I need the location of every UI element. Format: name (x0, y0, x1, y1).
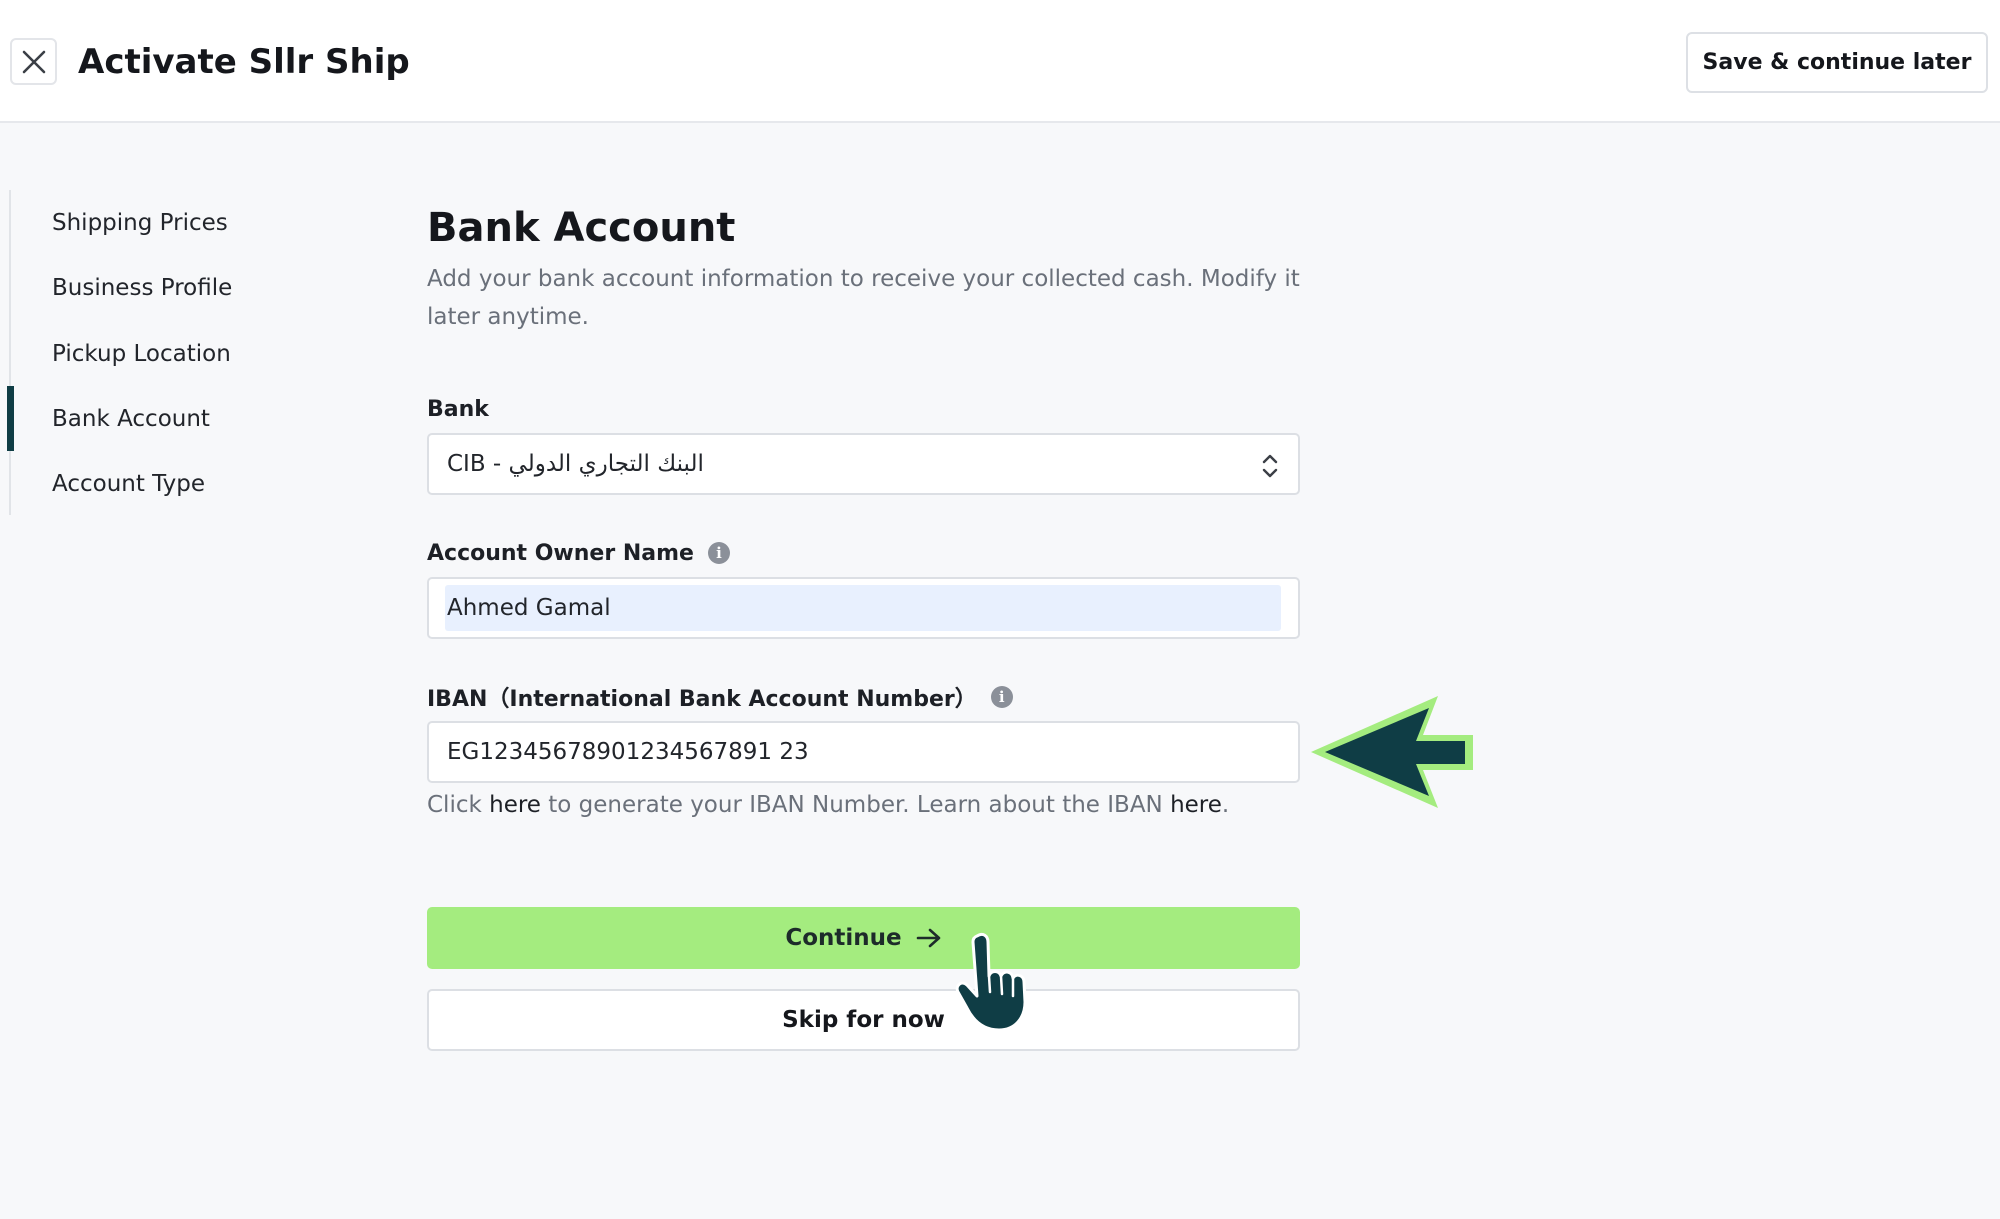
info-icon[interactable]: i (990, 686, 1013, 708)
sidebar-item-business-profile[interactable]: Business Profile (11, 255, 311, 320)
save-continue-later-button[interactable]: Save & continue later (1686, 32, 1988, 93)
owner-name-input[interactable]: Ahmed Gamal (427, 577, 1300, 639)
skip-button[interactable]: Skip for now (427, 989, 1300, 1051)
hand-pointer-icon (955, 932, 1027, 1032)
step-nav: Shipping Prices Business Profile Pickup … (7, 190, 311, 516)
top-bar: Activate Sllr Ship Save & continue later (0, 0, 2000, 123)
iban-value: EG12345678901234567891 23 (447, 739, 809, 765)
close-icon (22, 50, 45, 73)
iban-label: IBAN（International Bank Account Number） … (427, 682, 1013, 712)
sidebar-item-bank-account[interactable]: Bank Account (7, 386, 307, 451)
owner-name-value: Ahmed Gamal (447, 595, 611, 621)
bank-select-value: CIB - البنك التجاري الدولي (447, 451, 704, 477)
section-title: Bank Account (427, 205, 736, 251)
iban-input[interactable]: EG12345678901234567891 23 (427, 721, 1300, 783)
arrow-right-icon (916, 928, 940, 948)
iban-helper-text: Click here to generate your IBAN Number.… (427, 792, 1229, 818)
helper-prefix: Click (427, 792, 490, 818)
close-button[interactable] (10, 38, 57, 85)
owner-name-label: Account Owner Name i (427, 538, 730, 568)
select-chevron-icon (1262, 454, 1278, 478)
helper-suffix: . (1221, 792, 1230, 818)
owner-name-label-text: Account Owner Name (427, 540, 694, 566)
iban-label-text: IBAN（International Bank Account Number） (427, 687, 977, 712)
info-icon[interactable]: i (707, 542, 730, 564)
sidebar-item-account-type[interactable]: Account Type (11, 451, 311, 516)
bank-label: Bank (427, 394, 489, 424)
continue-label: Continue (785, 925, 902, 951)
learn-iban-link[interactable]: here (1170, 792, 1222, 818)
section-description: Add your bank account information to rec… (427, 266, 1300, 330)
continue-button[interactable]: Continue (427, 907, 1300, 969)
generate-iban-link[interactable]: here (489, 792, 541, 818)
bank-label-text: Bank (427, 396, 489, 422)
sidebar-item-shipping-prices[interactable]: Shipping Prices (11, 190, 311, 255)
bank-select[interactable]: CIB - البنك التجاري الدولي (427, 433, 1300, 495)
sidebar-item-pickup-location[interactable]: Pickup Location (11, 321, 311, 386)
page-title: Activate Sllr Ship (78, 42, 410, 82)
annotation-arrow-icon (1311, 696, 1473, 808)
helper-middle: to generate your IBAN Number. Learn abou… (540, 792, 1171, 818)
